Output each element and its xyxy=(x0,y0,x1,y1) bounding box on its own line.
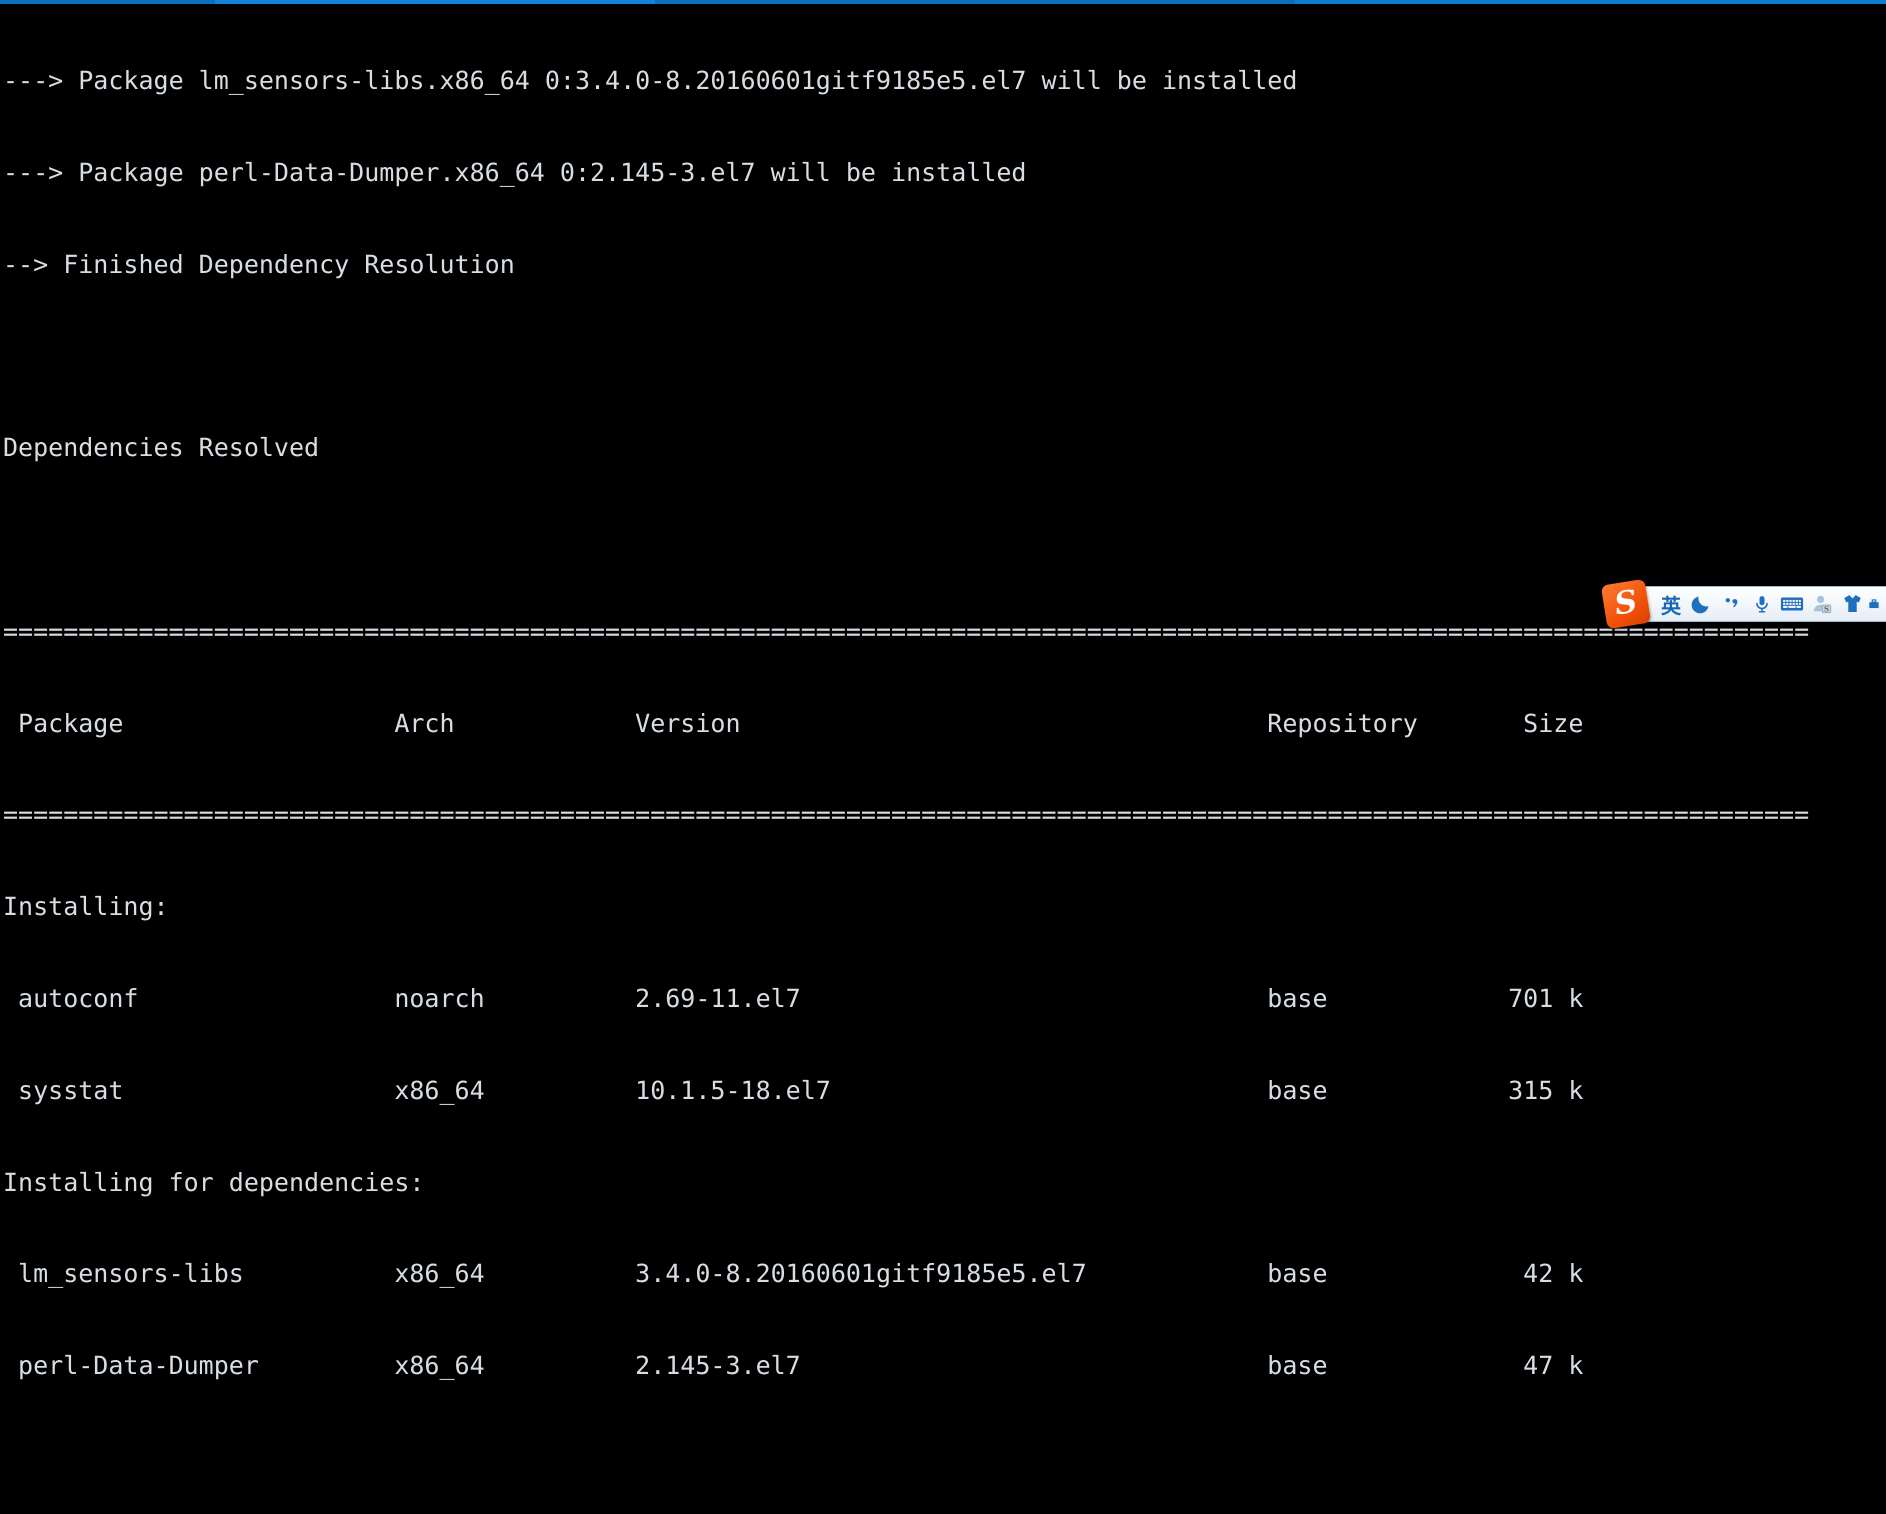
sogou-ime-toolbar[interactable]: S 英 S xyxy=(1600,578,1886,630)
accent-segment xyxy=(655,0,1295,4)
user-account-icon[interactable]: S xyxy=(1807,589,1837,619)
table-column-headers: Package Arch Version Repository Size xyxy=(3,708,1584,738)
accent-segment xyxy=(0,0,215,4)
table-separator-top: ========================================… xyxy=(3,616,1810,646)
moon-icon[interactable] xyxy=(1687,589,1717,619)
table-row: perl-Data-Dumper x86_64 2.145-3.el7 base… xyxy=(3,1351,1584,1381)
accent-segment xyxy=(215,0,655,4)
toolbox-icon[interactable] xyxy=(1867,589,1881,619)
terminal-output[interactable]: ---> Package lm_sensors-libs.x86_64 0:3.… xyxy=(0,5,1886,1380)
table-row: lm_sensors-libs x86_64 3.4.0-8.20160601g… xyxy=(3,1259,1584,1289)
terminal-line: ---> Package lm_sensors-libs.x86_64 0:3.… xyxy=(3,66,1298,96)
window-accent-strip xyxy=(0,0,1886,5)
terminal-line-dependencies-resolved: Dependencies Resolved xyxy=(3,433,320,463)
punctuation-icon[interactable] xyxy=(1717,589,1747,619)
terminal-line: ---> Package perl-Data-Dumper.x86_64 0:2… xyxy=(3,157,1027,187)
table-row: autoconf noarch 2.69-11.el7 base 701 k xyxy=(3,984,1584,1013)
table-separator-bottom: ========================================… xyxy=(3,800,1810,830)
group-heading-installing: Installing: xyxy=(3,892,169,922)
microphone-icon[interactable] xyxy=(1747,589,1777,619)
keyboard-icon[interactable] xyxy=(1777,589,1807,619)
terminal-line: --> Finished Dependency Resolution xyxy=(3,249,515,279)
group-heading-dependencies: Installing for dependencies: xyxy=(3,1167,425,1197)
svg-text:S: S xyxy=(1824,604,1829,613)
ime-language-mode-button[interactable]: 英 xyxy=(1655,589,1687,619)
ime-language-label: 英 xyxy=(1661,593,1681,618)
accent-segment xyxy=(1295,0,1886,4)
skin-shirt-icon[interactable] xyxy=(1837,589,1867,619)
table-row: sysstat x86_64 10.1.5-18.el7 base 315 k xyxy=(3,1075,1584,1105)
sogou-logo-glyph: S xyxy=(1611,582,1640,623)
sogou-logo-icon[interactable]: S xyxy=(1600,578,1652,630)
